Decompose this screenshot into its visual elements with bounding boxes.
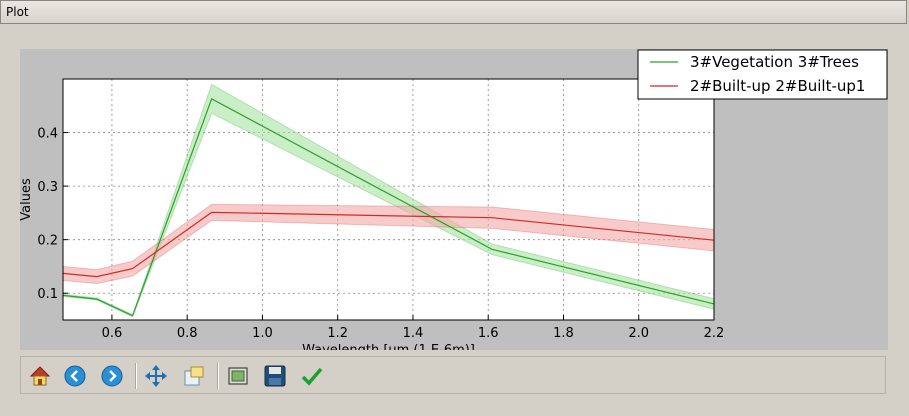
x-axis-label: Wavelength [um (1.E-6m)] [302,343,475,350]
plot-canvas[interactable]: 0.6 0.8 1.0 1.2 1.4 1.6 1.8 2.0 2.2 0.1 0.2 0.3 0.4 W… [20,49,888,350]
checkmark-icon [301,367,323,386]
chart-svg: 0.6 0.8 1.0 1.2 1.4 1.6 1.8 2.0 2.2 0.1 0.2 0.3 0.4 W… [20,49,888,350]
window-title: Plot [6,5,29,19]
y-tick-label: 0.3 [37,180,58,195]
x-tick-label: 1.4 [403,326,424,341]
pan-icon [145,365,167,387]
y-tick-label: 0.2 [37,234,58,249]
zoom-icon [184,366,204,386]
y-tick-label: 0.1 [37,287,58,302]
apply-button[interactable] [299,363,325,389]
x-tick-label: 2.0 [628,326,649,341]
subplots-icon [228,367,248,385]
back-arrow-icon [64,365,86,387]
home-button[interactable] [27,363,53,389]
save-icon [264,365,286,387]
legend-label: 3#Vegetation 3#Trees [690,53,859,71]
forward-button[interactable] [99,363,125,389]
forward-arrow-icon [101,365,123,387]
x-tick-label: 2.2 [704,326,725,341]
x-tick-label: 0.6 [102,326,123,341]
x-tick-label: 1.0 [252,326,273,341]
x-tick-label: 1.8 [553,326,574,341]
x-tick-label: 1.2 [327,326,348,341]
x-tick-label: 1.6 [478,326,499,341]
navigation-toolbar [20,356,886,394]
y-tick-label: 0.4 [37,127,58,142]
back-button[interactable] [62,363,88,389]
pan-button[interactable] [143,363,169,389]
x-tick-label: 0.8 [177,326,198,341]
legend-label: 2#Built-up 2#Built-up1 [690,77,865,95]
plot-window-title-bar: Plot [0,0,907,24]
home-icon [29,366,51,386]
zoom-button[interactable] [181,363,207,389]
y-axis-label: Values [20,178,34,221]
subplots-button[interactable] [225,363,251,389]
save-button[interactable] [262,363,288,389]
